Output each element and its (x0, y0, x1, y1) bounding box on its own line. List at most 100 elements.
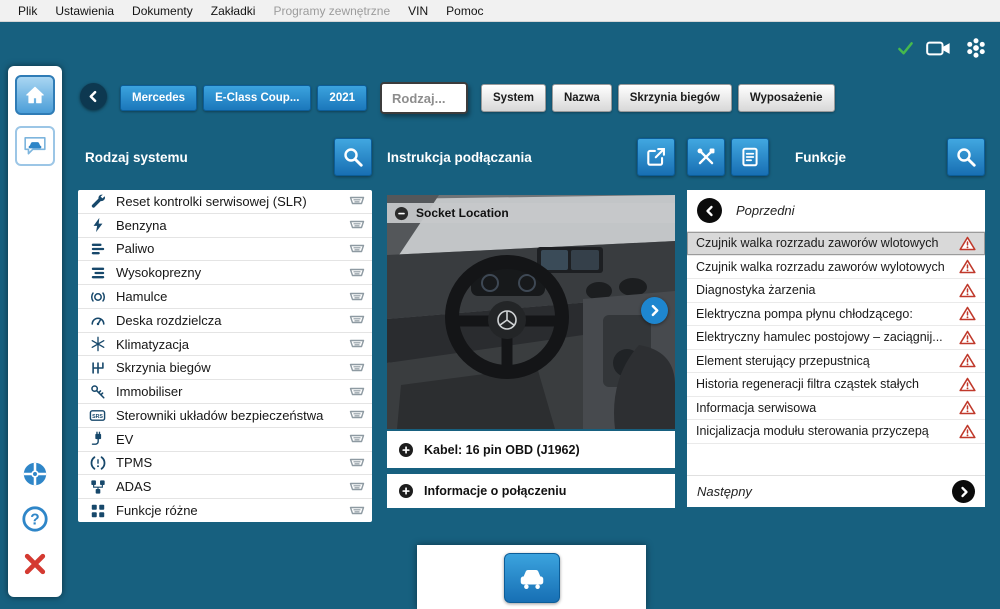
socket-location-section-header[interactable]: Socket Location (387, 203, 675, 223)
connector-icon (349, 480, 365, 494)
system-row[interactable]: Funkcje różne (78, 499, 372, 522)
report-button[interactable] (731, 138, 769, 176)
immobiliser-icon (85, 384, 110, 400)
brand-button[interactable]: Mercedes (120, 85, 198, 111)
settings-gear-icon[interactable] (964, 36, 988, 60)
menu-vin[interactable]: VIN (399, 1, 437, 21)
system-type-filter-input[interactable]: Rodzaj... (380, 82, 469, 114)
system-row[interactable]: Klimatyzacja (78, 333, 372, 357)
petrol-icon (85, 217, 110, 233)
model-button[interactable]: E-Class Coup... (203, 85, 312, 111)
export-icon (645, 146, 667, 168)
connector-icon (349, 408, 365, 422)
warning-icon (959, 424, 976, 439)
connection-check-icon (897, 40, 914, 57)
car-interior-illustration (387, 195, 675, 429)
brakes-icon (85, 289, 110, 305)
function-label: Elektryczna pompa płynu chłodzącego: (696, 306, 913, 321)
system-row-label: Wysokoprezny (116, 265, 202, 281)
function-row[interactable]: Elektryczny hamulec postojowy – zaciągni… (687, 326, 985, 350)
vehicle-home-button[interactable] (503, 553, 560, 603)
open-external-button[interactable] (637, 138, 675, 176)
adas-icon (85, 479, 110, 495)
help-button[interactable] (15, 499, 55, 539)
function-row[interactable]: Czujnik walka rozrzadu zaworów wylotowyc… (687, 256, 985, 279)
previous-page-button[interactable] (697, 198, 722, 223)
bottom-toolbar (417, 545, 646, 609)
socket-location-label: Socket Location (416, 206, 509, 220)
connector-icon (349, 456, 365, 470)
cable-section-label: Kabel: 16 pin OBD (J1962) (424, 442, 580, 457)
filter-system-button[interactable]: System (481, 84, 546, 112)
system-row[interactable]: TPMS (78, 452, 372, 476)
menu-plik[interactable]: Plik (9, 1, 46, 21)
vehicle-select-button[interactable] (15, 126, 55, 166)
warning-icon (959, 283, 976, 298)
system-row[interactable]: Deska rozdzielcza (78, 309, 372, 333)
filter-wyposazenie-button[interactable]: Wyposażenie (737, 84, 835, 112)
connection-info-section-header[interactable]: Informacje o połączeniu (387, 474, 675, 508)
instruction-panel-header: Instrukcja podłączania (387, 138, 675, 176)
function-label: Informacja serwisowa (696, 400, 817, 415)
connector-icon (349, 242, 365, 256)
gearbox-icon (85, 360, 110, 376)
system-row[interactable]: Benzyna (78, 214, 372, 238)
system-row-label: Hamulce (116, 289, 168, 305)
search-icon (342, 146, 364, 168)
camera-icon[interactable] (926, 39, 952, 58)
menu-pomoc[interactable]: Pomoc (437, 1, 492, 21)
previous-page-row[interactable]: Poprzedni (687, 190, 985, 232)
back-button[interactable] (80, 83, 107, 110)
system-row[interactable]: Sterowniki układów bezpieczeństwa (78, 404, 372, 428)
cable-section-header[interactable]: Kabel: 16 pin OBD (J1962) (387, 431, 675, 468)
system-row[interactable]: EV (78, 428, 372, 452)
system-row[interactable]: Paliwo (78, 238, 372, 262)
chevron-right-icon (648, 304, 661, 317)
function-row[interactable]: Historia regeneracji filtra cząstek stał… (687, 373, 985, 397)
menubar: Plik Ustawienia Dokumenty Zakładki Progr… (0, 0, 1000, 22)
system-row-label: Klimatyzacja (116, 336, 189, 352)
system-row[interactable]: Skrzynia biegów (78, 356, 372, 381)
system-row-label: ADAS (116, 479, 152, 495)
system-search-button[interactable] (334, 138, 372, 176)
next-page-row[interactable]: Następny (687, 475, 985, 507)
previous-label: Poprzedni (736, 203, 795, 218)
connection-settings-button[interactable] (15, 454, 55, 494)
exit-button[interactable] (15, 544, 55, 584)
system-row[interactable]: Wysokoprezny (78, 261, 372, 286)
function-row[interactable]: Informacja serwisowa (687, 397, 985, 420)
report-icon (739, 146, 761, 168)
filter-nazwa-button[interactable]: Nazwa (551, 84, 612, 112)
next-page-button[interactable] (952, 480, 975, 503)
filter-skrzynia-button[interactable]: Skrzynia biegów (617, 84, 732, 112)
connector-icon (349, 432, 365, 446)
fuel-icon (85, 241, 110, 257)
function-row[interactable]: Elektryczna pompa płynu chłodzącego: (687, 303, 985, 326)
year-button[interactable]: 2021 (317, 85, 368, 111)
home-button[interactable] (15, 75, 55, 115)
sidebar (8, 66, 62, 597)
socket-location-photo: Socket Location (387, 195, 675, 429)
system-type-list: Reset kontrolki serwisowej (SLR) Benzyna… (78, 190, 372, 522)
menu-zakladki[interactable]: Zakładki (202, 1, 265, 21)
function-row[interactable]: Inicjalizacja modułu sterowania przyczep… (687, 420, 985, 444)
system-row[interactable]: Hamulce (78, 285, 372, 309)
next-photo-button[interactable] (641, 297, 668, 324)
connector-icon (349, 266, 365, 280)
menu-dokumenty[interactable]: Dokumenty (123, 1, 202, 21)
system-row[interactable]: Immobiliser (78, 380, 372, 405)
system-row[interactable]: Reset kontrolki serwisowej (SLR) (78, 190, 372, 214)
functions-search-button[interactable] (947, 138, 985, 176)
system-row[interactable]: ADAS (78, 475, 372, 500)
system-row-label: Funkcje różne (116, 503, 198, 519)
service-reset-icon (85, 193, 110, 209)
tools-button[interactable] (687, 138, 725, 176)
function-row[interactable]: Czujnik walka rozrzadu zaworów wlotowych (687, 232, 985, 256)
help-icon (21, 505, 49, 533)
function-row[interactable]: Element sterujący przepustnicą (687, 350, 985, 373)
function-row[interactable]: Diagnostyka żarzenia (687, 279, 985, 303)
tpms-icon (85, 455, 110, 471)
menu-ustawienia[interactable]: Ustawienia (46, 1, 123, 21)
chevron-left-icon (87, 90, 100, 103)
connector-icon (349, 361, 365, 375)
